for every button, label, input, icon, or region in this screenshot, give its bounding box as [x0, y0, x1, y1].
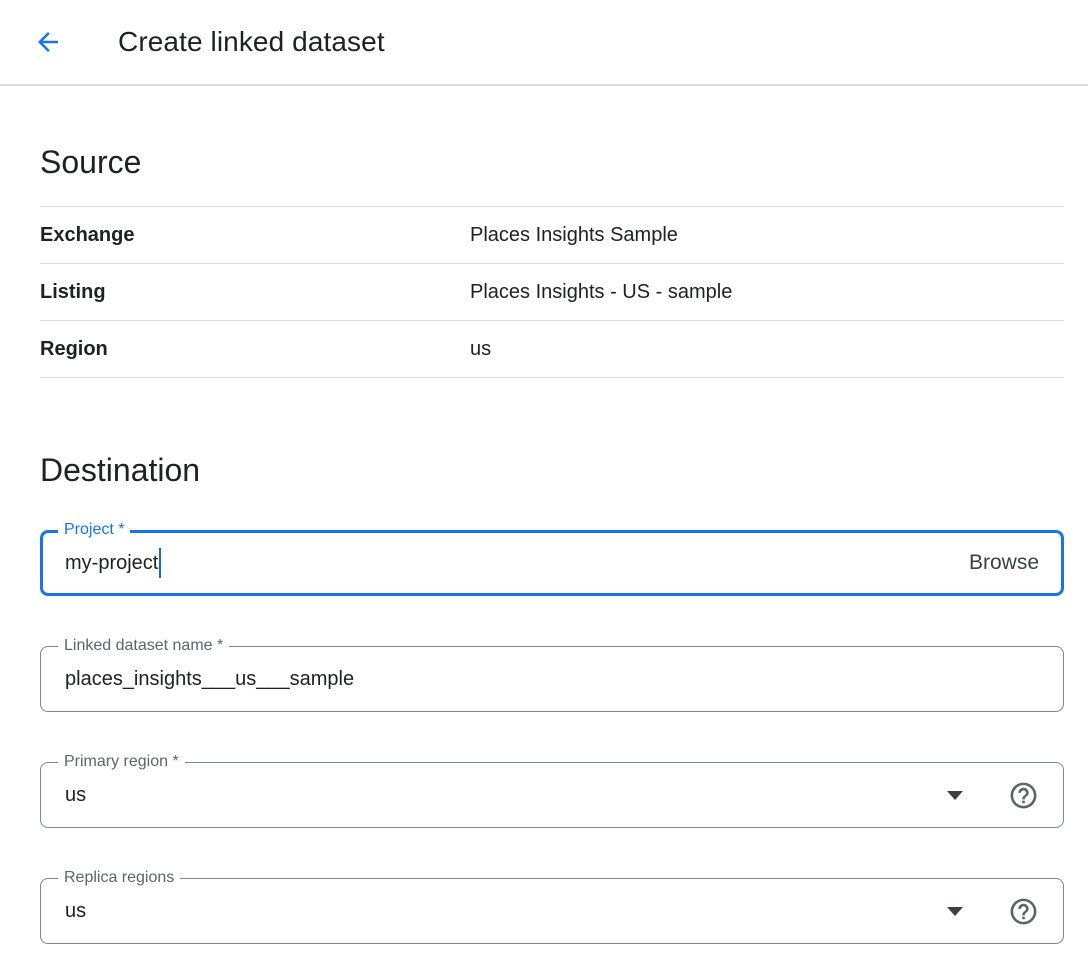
main-content: Source Exchange Places Insights Sample L… — [0, 140, 1088, 944]
primary-region-field: Primary region * us — [40, 762, 1064, 828]
page-title: Create linked dataset — [118, 26, 385, 58]
primary-region-value: us — [65, 784, 86, 807]
project-input-value: my-project — [65, 552, 158, 575]
replica-regions-value: us — [65, 900, 86, 923]
row-label: Exchange — [40, 224, 470, 247]
primary-region-label: Primary region * — [58, 752, 185, 772]
browse-button[interactable]: Browse — [969, 551, 1039, 575]
source-info-table: Exchange Places Insights Sample Listing … — [40, 206, 1064, 378]
linked-dataset-name-value: places_insights___us___sample — [65, 668, 354, 691]
destination-heading: Destination — [40, 448, 1064, 492]
row-value: Places Insights Sample — [470, 224, 1064, 247]
linked-dataset-name-field: Linked dataset name * places_insights___… — [40, 646, 1064, 712]
table-row-listing: Listing Places Insights - US - sample — [40, 264, 1064, 321]
row-value: Places Insights - US - sample — [470, 281, 1064, 304]
row-label: Region — [40, 338, 470, 361]
back-button[interactable] — [26, 20, 70, 64]
replica-regions-help-button[interactable] — [1007, 895, 1039, 927]
replica-regions-label: Replica regions — [58, 868, 180, 888]
project-input[interactable]: my-project Browse — [40, 530, 1064, 596]
row-value: us — [470, 338, 1064, 361]
help-outline-icon — [1008, 780, 1039, 811]
replica-regions-select[interactable]: us — [40, 878, 1064, 944]
page-header: Create linked dataset — [0, 0, 1088, 86]
row-label: Listing — [40, 281, 470, 304]
source-heading: Source — [40, 140, 1064, 184]
replica-regions-field: Replica regions us — [40, 878, 1064, 944]
project-field: Project * my-project Browse — [40, 530, 1064, 596]
primary-region-select[interactable]: us — [40, 762, 1064, 828]
help-outline-icon — [1008, 896, 1039, 927]
arrow-drop-down-icon — [947, 907, 963, 916]
arrow-back-icon — [33, 27, 63, 57]
table-row-exchange: Exchange Places Insights Sample — [40, 207, 1064, 264]
table-row-region: Region us — [40, 321, 1064, 378]
project-field-label: Project * — [58, 520, 130, 540]
text-cursor — [159, 548, 161, 578]
primary-region-help-button[interactable] — [1007, 779, 1039, 811]
linked-dataset-name-label: Linked dataset name * — [58, 636, 229, 656]
arrow-drop-down-icon — [947, 791, 963, 800]
